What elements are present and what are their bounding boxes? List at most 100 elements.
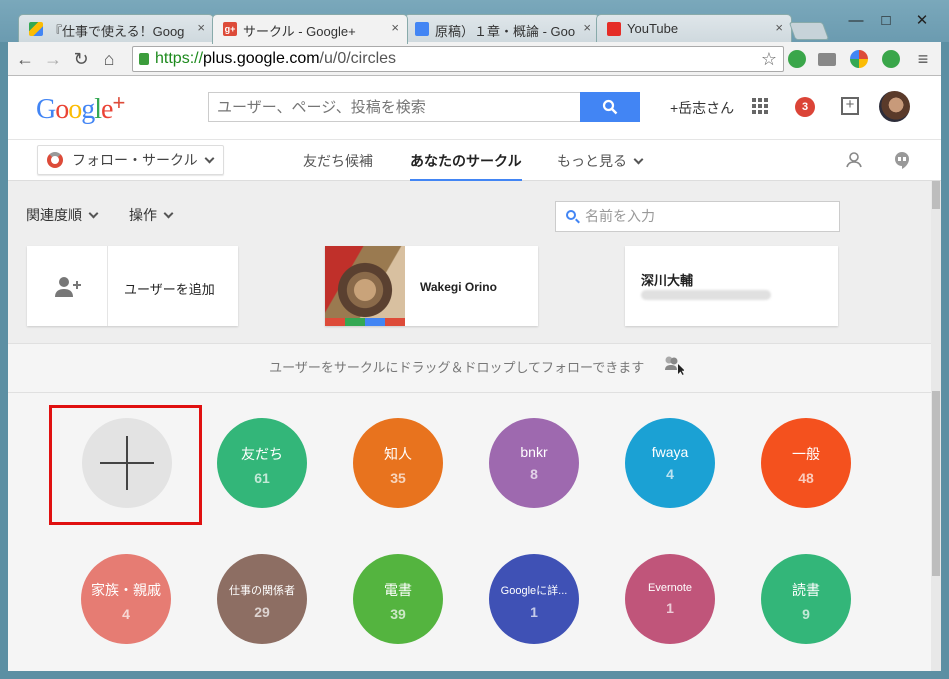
actions-dropdown[interactable]: 操作: [129, 205, 174, 225]
circle-count: 1: [530, 604, 538, 620]
chrome-extension-icon[interactable]: [850, 50, 868, 68]
tab-google-drive-doc[interactable]: 『仕事で使える！Goog ×: [18, 14, 214, 42]
logo-plus: +: [112, 90, 125, 115]
person-name: 深川大輔: [641, 273, 694, 288]
scrollbar-thumb[interactable]: [932, 391, 940, 576]
tab-your-circles[interactable]: あなたのサークル: [410, 151, 522, 181]
tab-manuscript-doc[interactable]: 原稿）１章・概論 - Goo ×: [404, 14, 600, 42]
circle-count: 39: [390, 606, 406, 622]
scrollbar[interactable]: [931, 181, 941, 671]
tab-strip: 『仕事で使える！Goog × g+ サークル - Google+ × 原稿）１章…: [0, 0, 949, 44]
circles-grid: 友だち 61 知人 35 bnkr 8 fwaya 4 一般 48 家族・親戚 4 仕事の関係者 29 電書…: [8, 393, 941, 671]
follow-circles-dropdown[interactable]: フォロー・サークル: [37, 145, 224, 175]
gplus-header: Google+ +岳志さん 3 +: [8, 76, 941, 139]
tab-more[interactable]: もっと見る: [557, 151, 644, 171]
actions-label: 操作: [129, 207, 157, 223]
name-filter-input[interactable]: 名前を入力: [555, 201, 840, 232]
person-card-fukagawa[interactable]: 深川大輔: [625, 246, 838, 326]
name-filter-placeholder: 名前を入力: [585, 208, 655, 224]
circle-7[interactable]: 電書 39: [353, 554, 443, 644]
circle-name: 友だち: [241, 446, 283, 462]
circle-name: 一般: [792, 446, 820, 462]
sort-label: 関連度順: [26, 207, 82, 223]
evernote-extension-icon[interactable]: [882, 50, 900, 68]
logo-text: Google: [36, 94, 113, 125]
search-input[interactable]: [209, 93, 579, 121]
blurred-email: [641, 290, 771, 300]
tab-circles[interactable]: g+ サークル - Google+ ×: [212, 14, 408, 44]
add-user-label: ユーザーを追加: [124, 282, 215, 297]
circle-10[interactable]: 読書 9: [761, 554, 851, 644]
mail-extension-icon[interactable]: [818, 53, 836, 66]
tab-title: 原稿）１章・概論 - Goo: [435, 24, 576, 39]
reload-button[interactable]: ↻: [70, 48, 92, 70]
circle-name: fwaya: [651, 444, 689, 460]
close-icon[interactable]: ×: [391, 20, 399, 35]
circle-1[interactable]: 知人 35: [353, 418, 443, 508]
user-name-link[interactable]: +岳志さん: [670, 98, 734, 118]
circle-count: 48: [798, 470, 814, 486]
tab-youtube[interactable]: YouTube ×: [596, 14, 792, 42]
circle-4[interactable]: 一般 48: [761, 418, 851, 508]
circle-count: 9: [802, 606, 810, 622]
search-icon: [602, 99, 618, 115]
circle-9[interactable]: Evernote 1: [625, 554, 715, 644]
minimize-button[interactable]: —: [846, 12, 866, 30]
tab-more-label: もっと見る: [557, 153, 627, 169]
search-box: [208, 92, 640, 122]
close-icon[interactable]: ×: [583, 20, 591, 35]
sub-navigation: フォロー・サークル 友だち候補 あなたのサークル もっと見る: [8, 139, 941, 181]
person-card-wakegi[interactable]: Wakegi Orino: [325, 246, 538, 326]
youtube-icon: [607, 22, 621, 36]
browser-toolbar: ← → ↻ ⌂ https://plus.google.com/u/0/circ…: [8, 42, 941, 76]
circle-6[interactable]: 仕事の関係者 29: [217, 554, 307, 644]
circle-count: 35: [390, 470, 406, 486]
circle-name: bnkr: [520, 444, 548, 460]
drag-people-icon: [662, 347, 685, 375]
maximize-button[interactable]: □: [876, 12, 896, 30]
circle-count: 8: [530, 466, 538, 482]
menu-icon[interactable]: ≡: [912, 48, 934, 70]
hangouts-extension-icon[interactable]: [788, 50, 806, 68]
circle-5[interactable]: 家族・親戚 4: [81, 554, 171, 644]
docs-icon: [415, 22, 429, 36]
circle-3[interactable]: fwaya 4: [625, 418, 715, 508]
url-scheme: https://: [155, 50, 204, 67]
add-user-card[interactable]: ユーザーを追加: [27, 246, 238, 326]
person-name: Wakegi Orino: [420, 280, 497, 294]
hangouts-icon[interactable]: [892, 150, 912, 170]
share-box-icon[interactable]: +: [841, 97, 859, 115]
gplus-page: Google+ +岳志さん 3 + フォロー・サークル: [8, 76, 941, 671]
close-icon[interactable]: ×: [197, 20, 205, 35]
avatar[interactable]: [879, 91, 910, 122]
circle-name: 家族・親戚: [91, 582, 161, 598]
close-icon[interactable]: ×: [775, 20, 783, 35]
circle-0[interactable]: 友だち 61: [217, 418, 307, 508]
new-tab-button[interactable]: [788, 22, 830, 40]
search-button[interactable]: [580, 92, 640, 122]
forward-button[interactable]: →: [42, 48, 64, 70]
apps-grid-icon[interactable]: [752, 98, 768, 114]
circle-name: 読書: [792, 582, 820, 598]
close-window-button[interactable]: ✕: [912, 12, 932, 30]
home-button[interactable]: ⌂: [98, 48, 120, 70]
scrollbar-thumb-top[interactable]: [932, 181, 940, 209]
google-plus-logo[interactable]: Google+: [36, 90, 125, 126]
circle-name: Evernote: [647, 582, 693, 594]
chevron-down-icon: [88, 208, 99, 219]
circle-count: 1: [666, 600, 674, 616]
tab-suggestions[interactable]: 友だち候補: [303, 151, 373, 171]
circle-8[interactable]: Googleに詳... 1: [489, 554, 579, 644]
back-button[interactable]: ←: [14, 48, 36, 70]
sort-dropdown[interactable]: 関連度順: [26, 205, 99, 225]
address-bar[interactable]: https://plus.google.com/u/0/circles ☆: [132, 46, 784, 72]
circle-count: 29: [254, 604, 270, 620]
circle-name: Googleに詳...: [500, 585, 568, 597]
notification-badge[interactable]: 3: [795, 97, 815, 117]
bookmark-star-icon[interactable]: ☆: [761, 47, 777, 71]
circles-people-icon[interactable]: [844, 150, 864, 170]
cat-avatar-image: [325, 246, 405, 326]
circle-2[interactable]: bnkr 8: [489, 418, 579, 508]
url-path: /u/0/circles: [319, 50, 397, 67]
circle-count: 61: [254, 470, 270, 486]
